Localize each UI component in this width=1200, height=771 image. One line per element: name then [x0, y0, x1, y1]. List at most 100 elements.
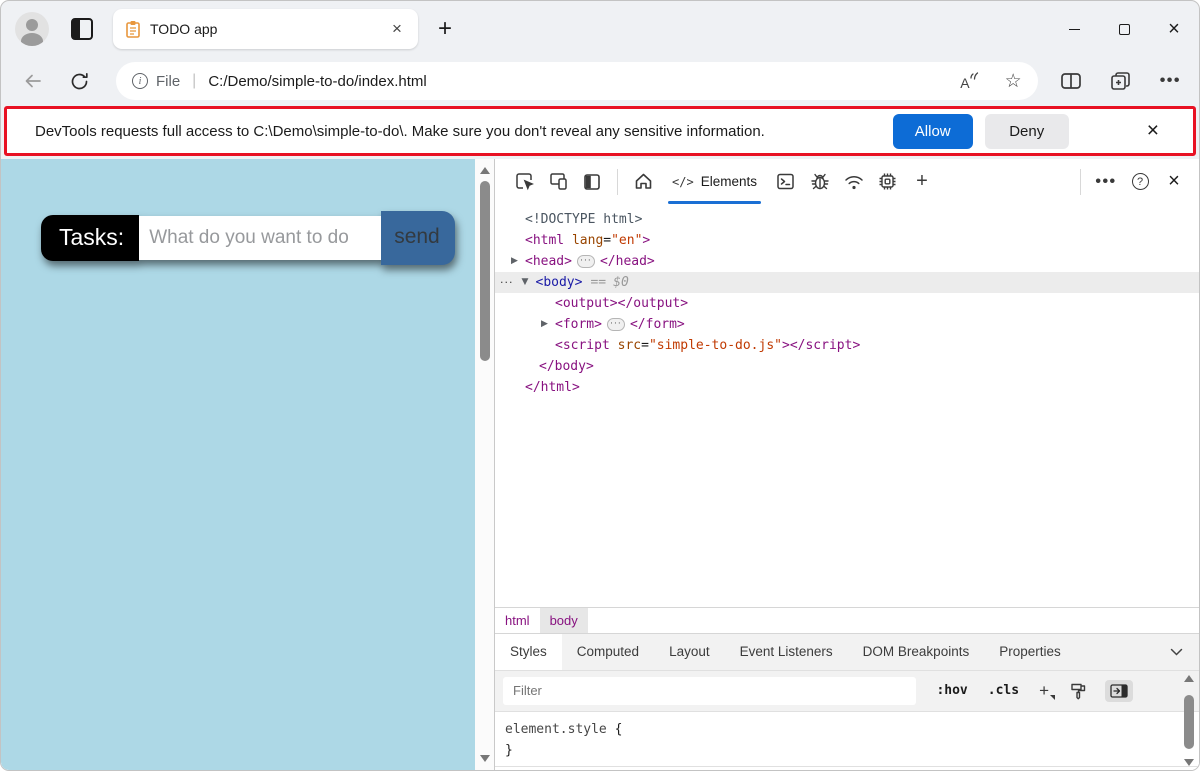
dom-node-body-close[interactable]: </body>: [495, 356, 1199, 377]
new-tab-button[interactable]: +: [438, 15, 452, 43]
help-icon: ?: [1132, 173, 1149, 190]
dom-node-body-selected[interactable]: ···▼<body>==$0: [495, 272, 1199, 293]
styles-rules: element.style { } @media (prefers-color-…: [495, 712, 1199, 771]
url-text[interactable]: C:/Demo/simple-to-do/index.html: [208, 73, 960, 90]
address-separator: |: [192, 72, 196, 90]
devtools-panel: </> Elements: [494, 159, 1199, 770]
dock-side-button[interactable]: [575, 165, 609, 199]
scroll-up-icon[interactable]: [480, 167, 490, 174]
tab-close-icon[interactable]: ×: [386, 18, 408, 40]
todo-input[interactable]: [139, 216, 381, 260]
maximize-button[interactable]: [1099, 1, 1149, 57]
node-menu-icon[interactable]: ···: [500, 272, 514, 293]
breadcrumb-html[interactable]: html: [495, 608, 540, 633]
minimize-icon: [1069, 29, 1080, 30]
toggle-hover-state-button[interactable]: :hov: [936, 683, 967, 698]
collapse-arrow-icon[interactable]: ▼: [522, 272, 536, 293]
refresh-icon: [69, 71, 90, 92]
styles-pane: :hov .cls + element.style: [495, 671, 1199, 771]
styles-filter-row: :hov .cls +: [495, 671, 1199, 712]
bug-icon: [809, 171, 831, 192]
expand-ellipsis-icon[interactable]: ···: [577, 255, 595, 268]
chevron-down-icon: [1170, 648, 1183, 656]
window-controls: ×: [1049, 1, 1199, 57]
dom-node-doctype[interactable]: <!DOCTYPE html>: [495, 209, 1199, 230]
back-arrow-icon: [23, 71, 43, 91]
page-info-icon[interactable]: i: [132, 73, 148, 89]
dom-node-html[interactable]: <html lang="en">: [495, 230, 1199, 251]
expand-ellipsis-icon[interactable]: ···: [607, 318, 625, 331]
dom-node-head[interactable]: ▶<head>···</head>: [495, 251, 1199, 272]
styles-filter-input[interactable]: [503, 677, 916, 705]
sidebar-arrow-icon: [1110, 684, 1128, 698]
more-tabs-button[interactable]: +: [905, 165, 939, 199]
clipboard-icon: [125, 20, 141, 38]
tab-computed[interactable]: Computed: [562, 634, 654, 670]
home-tab-button[interactable]: [626, 165, 660, 199]
network-tab-button[interactable]: [837, 165, 871, 199]
scrollbar-thumb[interactable]: [480, 181, 490, 361]
device-toolbar-icon: [548, 171, 569, 192]
tab-properties[interactable]: Properties: [984, 634, 1076, 670]
issues-tab-button[interactable]: [803, 165, 837, 199]
devtools-help-button[interactable]: ?: [1123, 165, 1157, 199]
tab-layout[interactable]: Layout: [654, 634, 725, 670]
titlebar: TODO app × + ×: [1, 1, 1199, 57]
devtools-menu-button[interactable]: •••: [1089, 165, 1123, 199]
dom-node-script[interactable]: <script src="simple-to-do.js"></script>: [495, 335, 1199, 356]
devtools-access-notification: DevTools requests full access to C:\Demo…: [4, 106, 1196, 156]
file-scheme-label: File: [156, 73, 180, 90]
performance-tab-button[interactable]: [871, 165, 905, 199]
console-icon: [775, 171, 796, 192]
home-icon: [633, 171, 654, 192]
tab-elements[interactable]: </> Elements: [660, 159, 769, 204]
address-bar[interactable]: i File | C:/Demo/simple-to-do/index.html…: [116, 62, 1038, 100]
scrollbar-thumb[interactable]: [1184, 695, 1194, 749]
split-screen-button[interactable]: [1060, 71, 1082, 91]
profile-avatar-icon[interactable]: [15, 12, 49, 46]
send-button[interactable]: send: [381, 211, 455, 265]
dom-node-output[interactable]: <output></output>: [495, 293, 1199, 314]
toggle-class-button[interactable]: .cls: [988, 683, 1019, 698]
browser-tab[interactable]: TODO app ×: [113, 9, 418, 49]
allow-button[interactable]: Allow: [893, 114, 973, 149]
deny-button[interactable]: Deny: [985, 114, 1069, 149]
minimize-button[interactable]: [1049, 1, 1099, 57]
scroll-down-icon[interactable]: [480, 755, 490, 762]
console-tab-button[interactable]: [769, 165, 803, 199]
page-scrollbar[interactable]: [475, 159, 494, 770]
device-emulation-button[interactable]: [541, 165, 575, 199]
devtools-close-button[interactable]: ×: [1157, 165, 1191, 199]
expand-arrow-icon[interactable]: ▶: [511, 251, 525, 272]
notification-close-icon[interactable]: ×: [1147, 119, 1159, 143]
dom-breadcrumb: html body: [495, 607, 1199, 634]
collections-button[interactable]: [1110, 71, 1132, 92]
back-button[interactable]: [23, 71, 43, 91]
tab-actions-icon[interactable]: [71, 18, 93, 40]
tab-styles[interactable]: Styles: [495, 634, 562, 670]
tasks-label: Tasks:: [41, 215, 139, 261]
rendering-emulation-button[interactable]: [1069, 682, 1087, 700]
dom-node-form[interactable]: ▶<form>···</form>: [495, 314, 1199, 335]
new-style-rule-button[interactable]: +: [1039, 681, 1049, 701]
inspect-element-button[interactable]: [507, 165, 541, 199]
computed-sidebar-toggle[interactable]: [1105, 680, 1133, 702]
more-panels-button[interactable]: [1170, 634, 1183, 670]
read-aloud-button[interactable]: A: [960, 72, 978, 91]
tab-dom-breakpoints[interactable]: DOM Breakpoints: [848, 634, 985, 670]
tab-event-listeners[interactable]: Event Listeners: [725, 634, 848, 670]
breadcrumb-body[interactable]: body: [540, 608, 588, 633]
favorite-star-button[interactable]: ☆: [1005, 70, 1022, 93]
styles-scrollbar[interactable]: [1180, 675, 1198, 767]
scroll-down-icon[interactable]: [1184, 759, 1194, 766]
browser-menu-button[interactable]: •••: [1160, 72, 1181, 90]
dom-node-html-close[interactable]: </html>: [495, 377, 1199, 398]
element-style-rule[interactable]: element.style {: [495, 712, 1199, 740]
wifi-icon: [843, 172, 865, 192]
refresh-button[interactable]: [69, 71, 90, 92]
expand-arrow-icon[interactable]: ▶: [541, 314, 555, 335]
scroll-up-icon[interactable]: [1184, 675, 1194, 682]
paint-brush-icon: [1069, 682, 1087, 700]
maximize-icon: [1119, 24, 1130, 35]
close-window-button[interactable]: ×: [1149, 1, 1199, 57]
